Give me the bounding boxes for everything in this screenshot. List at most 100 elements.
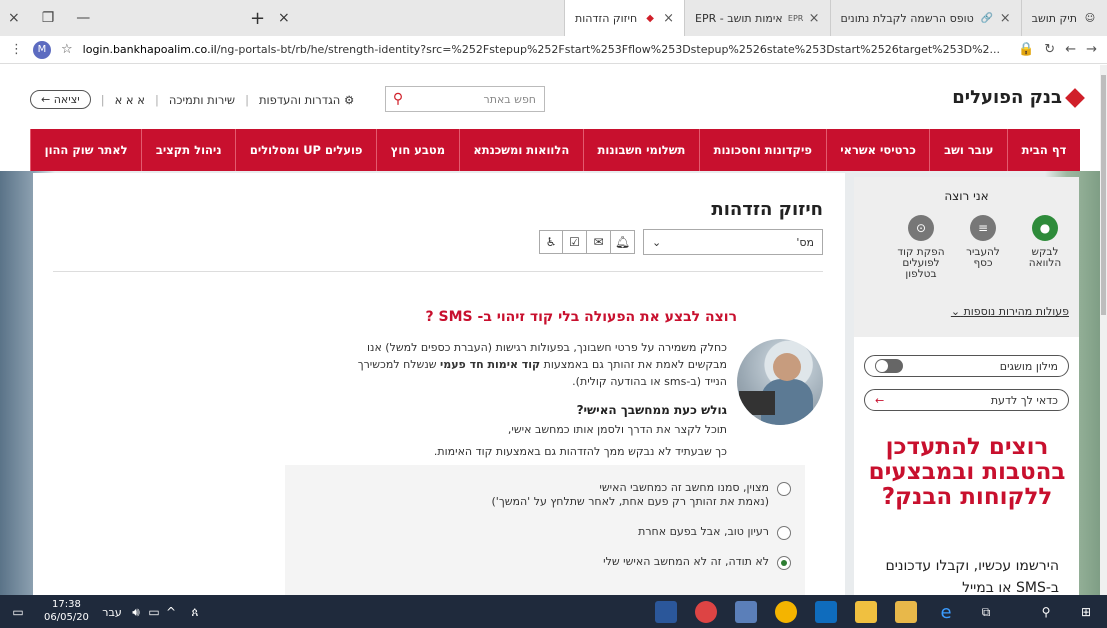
site-search[interactable]: חפש באתר ⚲ [385, 86, 545, 112]
radio-later[interactable] [777, 526, 791, 540]
bank-logo[interactable]: בנק הפועלים [952, 87, 1085, 108]
quick-action-loan[interactable]: ● לבקש הלוואה [1015, 215, 1075, 269]
browser-tabbar: ☺ תיק תושב × 🔗 טופס הרשמה לקבלת נתונים ×… [0, 0, 1107, 36]
quick-action-transfer[interactable]: ≡ להעביר כסף [953, 215, 1013, 269]
nav-credit-cards[interactable]: כרטיסי אשראי [825, 129, 930, 171]
toggle-switch[interactable] [875, 359, 903, 373]
quick-action-phone-code[interactable]: ⊙ הפקת קוד לפועלים בטלפון [891, 215, 951, 280]
service-link[interactable]: שירות ותמיכה [169, 93, 235, 107]
nav-capital-market[interactable]: לאתר שוק ההון [29, 129, 141, 171]
radio-not-personal[interactable] [777, 556, 791, 570]
lock-icon[interactable]: 🔒 [1018, 42, 1034, 57]
tab-registration-form[interactable]: × 🔗 טופס הרשמה לקבלת נתונים [829, 0, 1021, 36]
close-icon[interactable]: × [809, 11, 820, 26]
nav-bill-payments[interactable]: תשלומי חשבונות [582, 129, 699, 171]
search-icon[interactable]: ⚲ [1034, 600, 1058, 624]
reload-icon[interactable]: ↻ [1044, 42, 1055, 57]
option-later[interactable]: רעיון טוב, אבל בפעם אחרת [638, 525, 791, 540]
new-tab-button[interactable]: + [250, 8, 265, 29]
menu-dots-icon[interactable]: ⋮ [10, 42, 23, 57]
accessibility-icon[interactable]: ♿︎ [539, 230, 563, 254]
volume-icon[interactable]: 🔊︎ [128, 600, 144, 624]
url-input[interactable]: login.bankhapoalim.co.il/ng-portals-bt/r… [83, 43, 1008, 56]
close-icon[interactable]: × [663, 11, 674, 26]
notifications-icon[interactable]: ▭ [8, 600, 28, 624]
web-page: בנק הפועלים חפש באתר ⚲ ⚙ הגדרות והעדפות … [0, 65, 1100, 595]
logo-text: בנק הפועלים [952, 87, 1062, 108]
option-not-personal[interactable]: לא תודה, זה לא המחשב האישי שלי [603, 555, 791, 570]
checkbox-icon[interactable]: ☑ [563, 230, 587, 254]
tab-title: תיק תושב [1031, 11, 1077, 25]
glossary-toggle[interactable]: מילון מושגים [864, 355, 1069, 377]
store-icon[interactable] [855, 601, 877, 623]
outlook-icon[interactable] [815, 601, 837, 623]
sidebar: אני רוצה ● לבקש הלוואה ≡ להעביר כסף ⊙ הפ… [854, 177, 1079, 595]
radio-mark-personal[interactable] [777, 482, 791, 496]
file-explorer-icon[interactable] [895, 601, 917, 623]
address-bar: ⋮ M ☆ login.bankhapoalim.co.il/ng-portal… [0, 36, 1107, 64]
settings-link[interactable]: ⚙ הגדרות והעדפות [259, 93, 354, 107]
avatar[interactable]: M [33, 40, 51, 59]
divider [53, 271, 823, 272]
chevron-up-icon[interactable]: ^ [164, 600, 178, 624]
minimize-window-icon[interactable]: — [76, 10, 90, 26]
main-content: חיזוק הזדהות מס' ⌄ 🔔︎ ✉ ☑ ♿︎ רוצה לבצע א… [33, 173, 845, 595]
exit-label: יציאה [53, 93, 80, 106]
explanation-line-2: מבקשים לאמת את זהותך גם באמצעות קוד אימו… [357, 358, 727, 371]
star-icon[interactable]: ☆ [61, 42, 73, 57]
language-indicator[interactable]: עבר [100, 600, 124, 624]
personal-computer-heading: גולש כעת ממחשבך האישי? [576, 403, 727, 417]
system-clock[interactable]: 17:38 06/05/20 [44, 598, 89, 624]
main-nav: דף הבית עובר ושב כרטיסי אשראי פיקדונות ו… [29, 129, 1080, 171]
task-view-icon[interactable]: ⧉ [974, 600, 998, 624]
windows-start-icon[interactable]: ⊞ [1074, 600, 1098, 624]
account-select[interactable]: מס' ⌄ [643, 229, 823, 255]
tab-epr[interactable]: × EPR אימות תושב - EPR [684, 0, 830, 36]
font-size-control[interactable]: א א א [115, 93, 145, 107]
search-icon[interactable]: ⚲ [386, 87, 410, 111]
option-mark-personal[interactable]: מצוין, סמנו מחשב זה כמחשבי האישי (נאמת א… [492, 481, 791, 509]
forward-icon[interactable]: ← [1065, 42, 1076, 57]
word-icon[interactable] [655, 601, 677, 623]
url-host: login.bankhapoalim.co.il [82, 43, 217, 56]
tab-title: אימות תושב - EPR [695, 11, 783, 25]
edge-icon[interactable]: e [934, 600, 958, 624]
more-actions-link[interactable]: פעולות מהירות נוספות ⌄ [951, 305, 1069, 318]
close-icon[interactable]: × [278, 10, 290, 26]
exit-button[interactable]: יציאה ← [30, 90, 91, 109]
chevron-down-icon: ⌄ [950, 305, 961, 318]
nav-foreign-currency[interactable]: מטבע חוץ [376, 129, 459, 171]
restore-window-icon[interactable]: ❐ [42, 10, 55, 26]
close-window-icon[interactable]: × [8, 10, 20, 26]
app-icon[interactable] [735, 601, 757, 623]
nav-deposits[interactable]: פיקדונות וחסכונות [698, 129, 826, 171]
close-icon[interactable]: × [1000, 11, 1011, 26]
nav-home[interactable]: דף הבית [1007, 129, 1080, 171]
page-scrollbar[interactable] [1100, 65, 1107, 595]
quick-actions-title: אני רוצה [944, 189, 989, 203]
settings-label: הגדרות והעדפות [258, 92, 341, 107]
explanation-line-1: כחלק משמירה על פרטי חשבונך, בפעולות רגיש… [367, 341, 727, 354]
back-icon[interactable]: → [1086, 42, 1097, 57]
user-icon: ☺ [1084, 12, 1096, 24]
bell-icon[interactable]: 🔔︎ [611, 230, 635, 254]
nav-budget[interactable]: ניהול תקציב [141, 129, 235, 171]
people-icon[interactable]: ጰ [186, 600, 204, 624]
nav-current-account[interactable]: עובר ושב [929, 129, 1007, 171]
chrome-icon[interactable] [775, 601, 797, 623]
mail-icon[interactable]: ✉ [587, 230, 611, 254]
account-toolbar: מס' ⌄ 🔔︎ ✉ ☑ ♿︎ [539, 229, 823, 255]
tab-resident-file[interactable]: ☺ תיק תושב [1020, 0, 1107, 36]
chrome-profile-icon[interactable] [695, 601, 717, 623]
top-links: ⚙ הגדרות והעדפות | שירות ותמיכה | א א א … [30, 90, 354, 109]
worth-knowing-button[interactable]: כדאי לך לדעת ← [864, 389, 1069, 411]
tab-strength-identity[interactable]: × ◆ חיזוק הזדהות [563, 0, 685, 36]
nav-loans[interactable]: הלוואות ומשכנתא [458, 129, 583, 171]
search-input[interactable]: חפש באתר [410, 93, 544, 106]
link-icon: 🔗 [980, 12, 993, 24]
window-controls: × ❐ — [0, 0, 90, 36]
network-icon[interactable]: ▭ [146, 600, 162, 624]
url-path: /ng-portals-bt/rb/he/strength-identity?s… [216, 43, 1001, 56]
transfer-icon: ≡ [970, 215, 996, 241]
nav-poalim-up[interactable]: פועלים UP ומסלולים [235, 129, 376, 171]
